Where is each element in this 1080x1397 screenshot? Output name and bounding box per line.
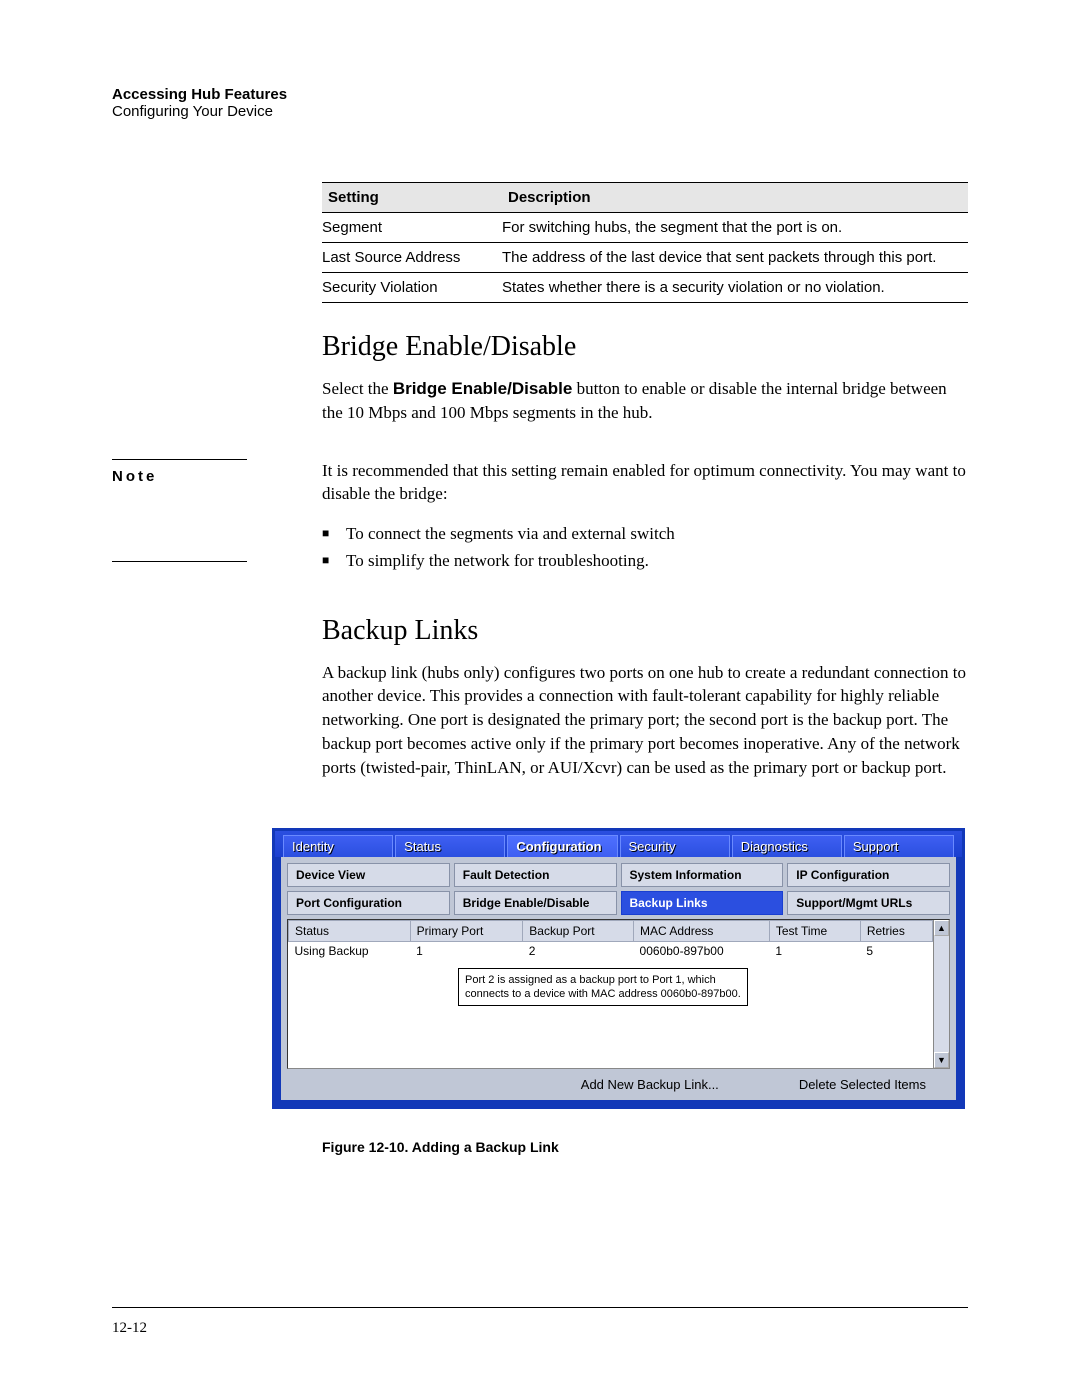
subtab-ip-configuration[interactable]: IP Configuration	[787, 863, 950, 887]
note-label: Note	[112, 468, 157, 485]
section-heading-backup: Backup Links	[322, 615, 968, 647]
col-primary-port: Primary Port	[410, 920, 523, 941]
subtab-backup-links[interactable]: Backup Links	[621, 891, 784, 915]
table-row: Segment For switching hubs, the segment …	[322, 213, 968, 243]
page-number: 12-12	[112, 1320, 147, 1336]
tab-diagnostics[interactable]: Diagnostics	[732, 835, 842, 857]
note-bullet: To simplify the network for troubleshoot…	[346, 547, 968, 574]
section-backup-para: A backup link (hubs only) configures two…	[322, 661, 968, 780]
tab-configuration[interactable]: Configuration	[507, 835, 617, 857]
section-bridge-para: Select the Bridge Enable/Disable button …	[322, 377, 968, 425]
scrollbar[interactable]: ▲ ▼	[933, 920, 949, 1068]
subtab-fault-detection[interactable]: Fault Detection	[454, 863, 617, 887]
backup-links-grid: Status Primary Port Backup Port MAC Addr…	[287, 919, 950, 1069]
header-title: Accessing Hub Features	[112, 86, 968, 103]
tab-status[interactable]: Status	[395, 835, 505, 857]
figure-caption: Figure 12-10. Adding a Backup Link	[322, 1139, 968, 1155]
subtab-port-configuration[interactable]: Port Configuration	[287, 891, 450, 915]
add-backup-link-button[interactable]: Add New Backup Link...	[581, 1077, 719, 1092]
grid-row[interactable]: Using Backup 1 2 0060b0-897b00 1 5	[289, 941, 933, 960]
col-backup-port: Backup Port	[523, 920, 634, 941]
header-subtitle: Configuring Your Device	[112, 103, 968, 120]
table-head-setting: Setting	[322, 183, 502, 213]
subtab-support-mgmt-urls[interactable]: Support/Mgmt URLs	[787, 891, 950, 915]
tab-support[interactable]: Support	[844, 835, 954, 857]
subtab-device-view[interactable]: Device View	[287, 863, 450, 887]
delete-selected-button[interactable]: Delete Selected Items	[799, 1077, 926, 1092]
col-retries: Retries	[860, 920, 932, 941]
tab-identity[interactable]: Identity	[283, 835, 393, 857]
scroll-down-icon[interactable]: ▼	[934, 1052, 949, 1068]
scroll-up-icon[interactable]: ▲	[934, 920, 949, 936]
section-heading-bridge: Bridge Enable/Disable	[322, 331, 968, 363]
table-head-description: Description	[502, 183, 968, 213]
subtab-bridge-enable-disable[interactable]: Bridge Enable/Disable	[454, 891, 617, 915]
subtab-system-information[interactable]: System Information	[621, 863, 784, 887]
col-test-time: Test Time	[769, 920, 860, 941]
table-row: Last Source Address The address of the l…	[322, 243, 968, 273]
note-bullet: To connect the segments via and external…	[346, 520, 968, 547]
page-header: Accessing Hub Features Configuring Your …	[112, 86, 968, 120]
note-bullets: To connect the segments via and external…	[322, 520, 968, 574]
note-para: It is recommended that this setting rema…	[322, 459, 968, 507]
table-row: Security Violation States whether there …	[322, 273, 968, 303]
col-status: Status	[289, 920, 411, 941]
screenshot-panel: Identity Status Configuration Security D…	[272, 828, 965, 1109]
settings-table: Setting Description Segment For switchin…	[322, 182, 968, 303]
callout-box: Port 2 is assigned as a backup port to P…	[458, 968, 748, 1007]
tab-security[interactable]: Security	[620, 835, 730, 857]
col-mac-address: MAC Address	[634, 920, 770, 941]
